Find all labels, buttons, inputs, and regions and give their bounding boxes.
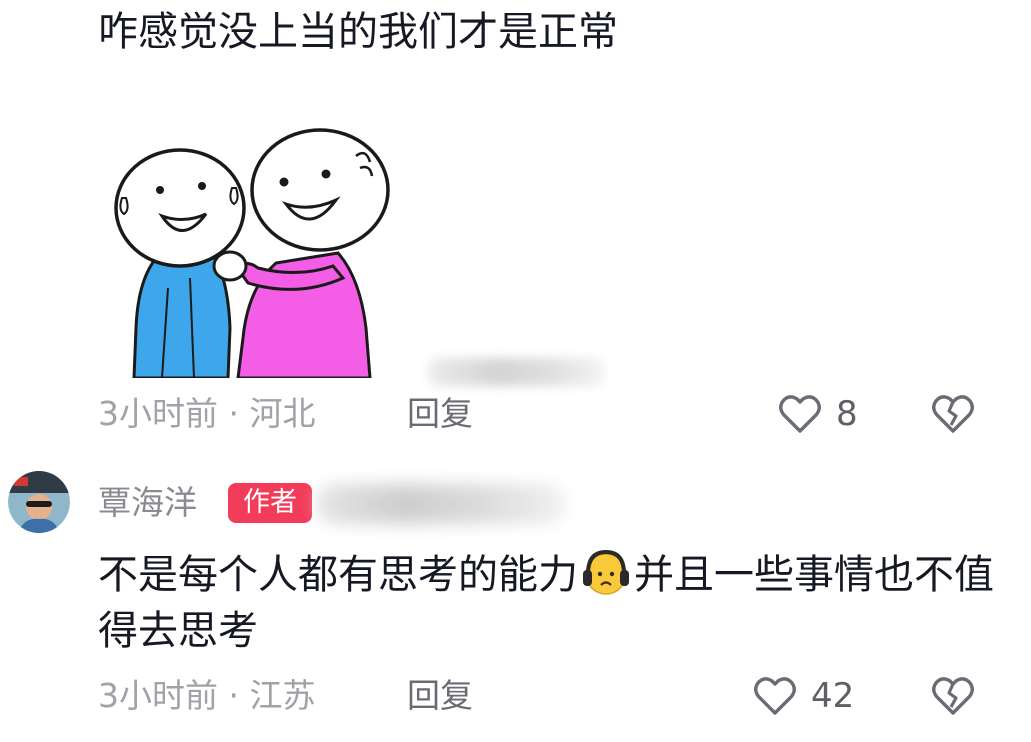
reply-button[interactable]: 回复: [407, 392, 473, 436]
blurred-watermark: [428, 358, 604, 386]
heart-icon[interactable]: [752, 673, 798, 719]
comment-text: 不是每个人都有思考的能力 并且一些事情也不值得去思考: [98, 546, 998, 659]
headphones-sad-face-emoji-icon: [583, 549, 629, 595]
comment-meta: 3小时前 · 河北: [98, 394, 316, 433]
comment-text: 咋感觉没上当的我们才是正常: [98, 9, 618, 55]
broken-heart-icon[interactable]: [930, 391, 976, 437]
blurred-text: [316, 484, 566, 524]
like-count: 42: [811, 676, 855, 716]
author-badge: 作者: [228, 483, 312, 523]
comment-meta: 3小时前 · 江苏: [98, 676, 316, 715]
avatar[interactable]: [8, 471, 70, 533]
reply-button[interactable]: 回复: [407, 674, 473, 718]
heart-icon[interactable]: [777, 391, 823, 437]
broken-heart-icon[interactable]: [930, 673, 976, 719]
two-friends-sticker[interactable]: [98, 128, 398, 378]
comment-text-part1: 不是每个人都有思考的能力: [98, 552, 578, 598]
like-count: 8: [836, 394, 858, 434]
username[interactable]: 覃海洋: [98, 481, 197, 525]
